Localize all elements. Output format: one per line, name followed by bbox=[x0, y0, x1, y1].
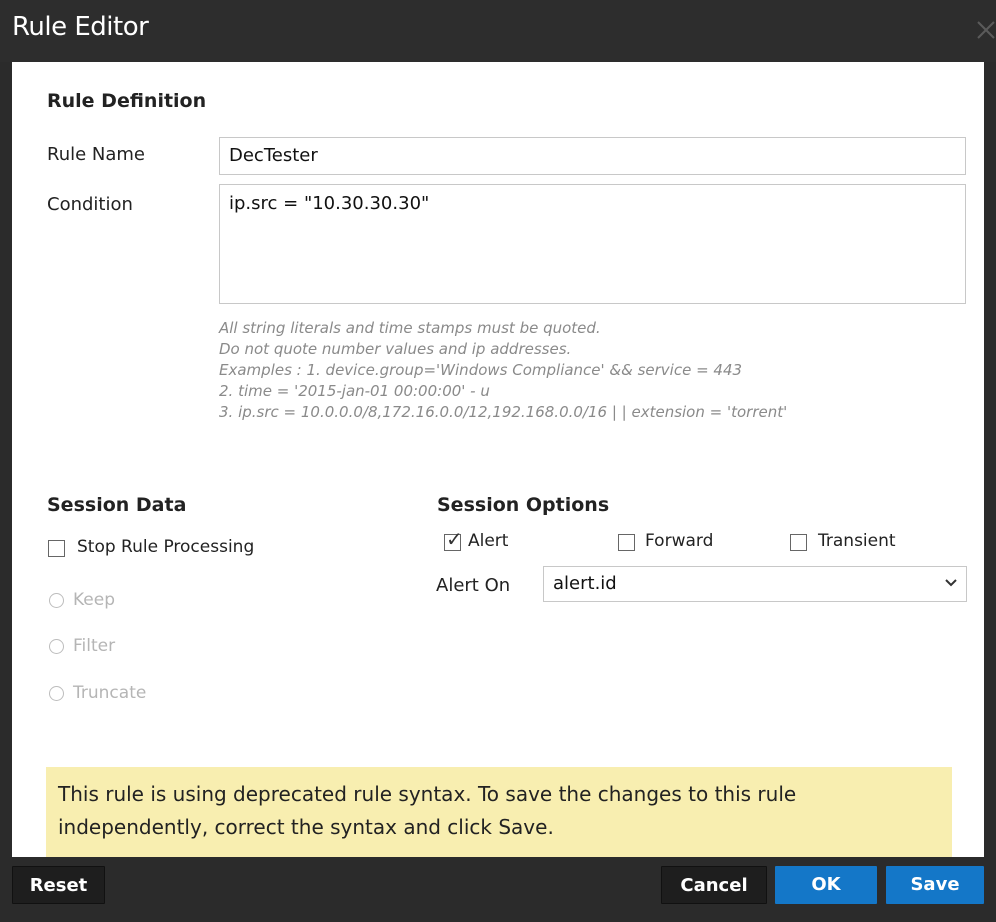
title-bar: Rule Editor bbox=[0, 0, 996, 62]
alert-on-value: alert.id bbox=[553, 573, 617, 594]
save-button[interactable]: Save bbox=[886, 866, 984, 904]
rule-definition-heading: Rule Definition bbox=[47, 90, 207, 112]
hint-line: Do not quote number values and ip addres… bbox=[219, 340, 572, 358]
stop-rule-processing-option[interactable]: Stop Rule Processing bbox=[47, 537, 287, 559]
cancel-button[interactable]: Cancel bbox=[661, 866, 767, 904]
transient-checkbox[interactable] bbox=[790, 534, 807, 551]
condition-hints: All string literals and time stamps must… bbox=[219, 318, 959, 423]
forward-label: Forward bbox=[645, 531, 714, 551]
alert-on-label: Alert On bbox=[436, 575, 511, 596]
stop-rule-processing-checkbox[interactable] bbox=[48, 540, 65, 557]
deprecation-warning: This rule is using deprecated rule synta… bbox=[46, 767, 952, 861]
filter-radio[interactable] bbox=[49, 639, 64, 654]
deprecation-warning-text: This rule is using deprecated rule synta… bbox=[58, 782, 797, 839]
alert-checkbox[interactable]: ✓ bbox=[444, 529, 463, 551]
dialog-title: Rule Editor bbox=[12, 12, 149, 42]
forward-option[interactable]: Forward bbox=[618, 531, 748, 555]
hint-line: 3. ip.src = 10.0.0.0/8,172.16.0.0/12,192… bbox=[219, 403, 788, 421]
session-data-heading: Session Data bbox=[47, 494, 187, 516]
dialog-footer: Reset Cancel OK Save bbox=[0, 857, 996, 922]
keep-radio[interactable] bbox=[49, 593, 64, 608]
truncate-radio[interactable] bbox=[49, 686, 64, 701]
dialog-body: Rule Definition Rule Name DecTester Cond… bbox=[12, 62, 984, 861]
condition-label: Condition bbox=[47, 194, 133, 215]
ok-button[interactable]: OK bbox=[775, 866, 877, 904]
rule-name-input[interactable]: DecTester bbox=[219, 137, 966, 175]
filter-label: Filter bbox=[73, 636, 116, 656]
transient-option[interactable]: Transient bbox=[790, 531, 920, 555]
checkmark-icon: ✓ bbox=[446, 527, 463, 551]
rule-editor-dialog: Rule Editor Rule Definition Rule Name De… bbox=[0, 0, 996, 922]
alert-label: Alert bbox=[468, 531, 509, 551]
keep-label: Keep bbox=[73, 590, 116, 610]
stop-rule-processing-label: Stop Rule Processing bbox=[77, 537, 255, 557]
truncate-label: Truncate bbox=[73, 683, 147, 703]
transient-label: Transient bbox=[818, 531, 896, 551]
hint-line: All string literals and time stamps must… bbox=[219, 319, 601, 337]
hint-line: Examples : 1. device.group='Windows Comp… bbox=[219, 361, 743, 379]
condition-textarea[interactable]: ip.src = "10.30.30.30" bbox=[219, 184, 966, 304]
reset-button[interactable]: Reset bbox=[12, 866, 105, 904]
alert-on-select[interactable]: alert.id bbox=[543, 566, 967, 602]
rule-name-label: Rule Name bbox=[47, 144, 146, 165]
forward-checkbox[interactable] bbox=[618, 534, 635, 551]
chevron-down-icon bbox=[945, 579, 957, 587]
hint-line: 2. time = '2015-jan-01 00:00:00' - u bbox=[219, 382, 490, 400]
alert-option[interactable]: ✓ Alert bbox=[444, 529, 554, 555]
session-options-heading: Session Options bbox=[437, 494, 610, 516]
close-icon[interactable] bbox=[972, 14, 996, 44]
